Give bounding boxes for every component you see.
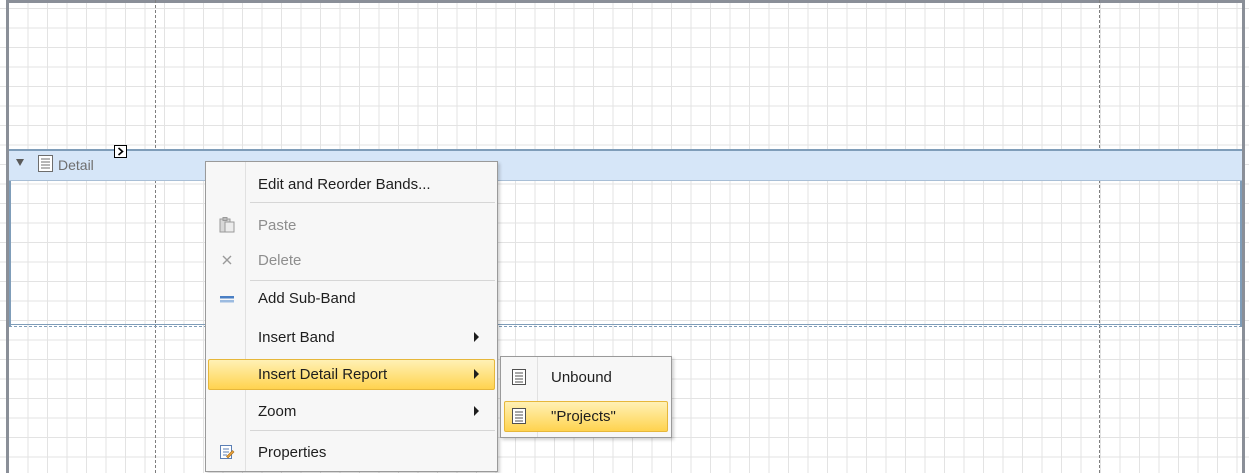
- page-frame-left: [6, 0, 9, 473]
- submenu-arrow-icon: [474, 369, 479, 379]
- menu-item-label: Properties: [258, 444, 327, 461]
- submenu-arrow-icon: [474, 332, 479, 342]
- paste-icon: [219, 217, 235, 237]
- band-label: Detail: [58, 157, 94, 173]
- report-page-icon: [512, 408, 526, 428]
- submenu-item-label: Unbound: [551, 369, 612, 386]
- menu-item-label: Zoom: [258, 403, 297, 420]
- menu-item-add-sub-band[interactable]: Add Sub-Band: [208, 283, 495, 313]
- submenu-arrow-icon: [474, 406, 479, 416]
- menu-item-zoom[interactable]: Zoom: [208, 396, 495, 426]
- menu-item-label: Edit and Reorder Bands...: [258, 176, 431, 193]
- menu-item-insert-band[interactable]: Insert Band: [208, 322, 495, 352]
- detail-band-bottom-border[interactable]: [9, 324, 1242, 327]
- insert-detail-report-submenu: Unbound "Projects": [500, 356, 672, 438]
- smart-tag-arrow-icon[interactable]: [114, 145, 127, 158]
- menu-item-insert-detail-report[interactable]: Insert Detail Report: [208, 359, 495, 390]
- menu-item-properties[interactable]: Properties: [208, 437, 495, 467]
- menu-item-delete[interactable]: Delete: [208, 245, 495, 275]
- detail-band-header[interactable]: [9, 149, 1242, 181]
- delete-x-icon: [219, 252, 235, 272]
- menu-item-paste[interactable]: Paste: [208, 210, 495, 240]
- properties-icon: [219, 444, 235, 464]
- menu-item-label: Paste: [258, 217, 297, 234]
- menu-separator: [250, 202, 495, 203]
- menu-separator: [250, 280, 495, 281]
- right-margin-line[interactable]: [1099, 0, 1100, 473]
- submenu-item-label: "Projects": [551, 408, 616, 425]
- context-menu: Edit and Reorder Bands... Paste Delete A…: [205, 161, 498, 472]
- submenu-item-projects[interactable]: "Projects": [504, 401, 668, 432]
- menu-item-label: Add Sub-Band: [258, 290, 356, 307]
- menu-separator: [250, 430, 495, 431]
- band-page-icon: [38, 155, 53, 177]
- report-page-icon: [512, 369, 526, 389]
- triangle-down-icon[interactable]: [16, 159, 24, 166]
- menu-item-label: Delete: [258, 252, 302, 269]
- menu-item-edit-reorder-bands[interactable]: Edit and Reorder Bands...: [208, 169, 495, 199]
- left-margin-line[interactable]: [155, 0, 156, 473]
- sub-band-icon: [219, 290, 235, 310]
- page-frame-top: [6, 0, 1245, 3]
- page-frame-right: [1242, 0, 1245, 473]
- submenu-item-unbound[interactable]: Unbound: [504, 362, 668, 393]
- menu-item-label: Insert Detail Report: [258, 366, 388, 383]
- menu-item-label: Insert Band: [258, 329, 335, 346]
